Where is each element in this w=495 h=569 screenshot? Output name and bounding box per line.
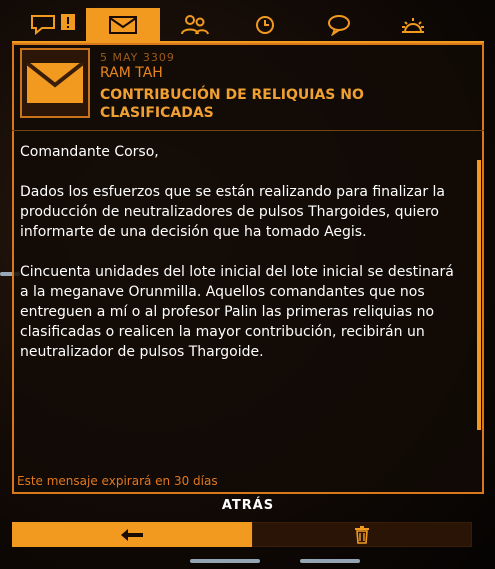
message-greeting: Comandante Corso, — [20, 144, 159, 160]
back-label: ATRÁS — [221, 498, 275, 513]
envelope-icon — [27, 63, 83, 103]
message-subject: CONTRIBUCIÓN DE RELIQUIAS NO CLASIFICADA… — [100, 87, 364, 121]
message-body: Comandante Corso, Dados los esfuerzos qu… — [20, 142, 460, 382]
message-icon-frame — [20, 48, 90, 118]
message-date: 5 MAY 3309 — [100, 51, 175, 64]
tab-inbox[interactable] — [86, 8, 160, 42]
back-button[interactable] — [12, 522, 252, 547]
tab-history[interactable] — [240, 8, 290, 42]
background-light — [190, 559, 260, 563]
message-paragraph: Cincuenta unidades del lote inicial del … — [20, 264, 454, 360]
contacts-icon — [181, 15, 209, 35]
background-light — [300, 559, 360, 563]
tab-chat[interactable] — [26, 8, 82, 42]
trash-icon — [355, 525, 369, 544]
expiry-notice: Este mensaje expirará en 30 días — [17, 474, 218, 488]
tab-contacts[interactable] — [164, 8, 224, 42]
speech-bubble-icon — [328, 15, 350, 36]
action-bar — [12, 522, 472, 547]
envelope-icon — [109, 16, 137, 34]
header-divider — [12, 130, 484, 131]
gear-icon — [402, 18, 424, 33]
tab-bar — [12, 8, 484, 42]
clock-icon — [256, 16, 274, 34]
delete-button[interactable] — [252, 522, 472, 547]
message-sender: RAM TAH — [100, 65, 163, 81]
chat-alert-icon — [31, 14, 75, 36]
back-arrow-icon — [121, 528, 143, 541]
message-paragraph: Dados los esfuerzos que se están realiza… — [20, 184, 445, 240]
scrollbar[interactable] — [477, 160, 481, 430]
tab-settings[interactable] — [388, 8, 438, 42]
tab-comms[interactable] — [314, 8, 364, 42]
